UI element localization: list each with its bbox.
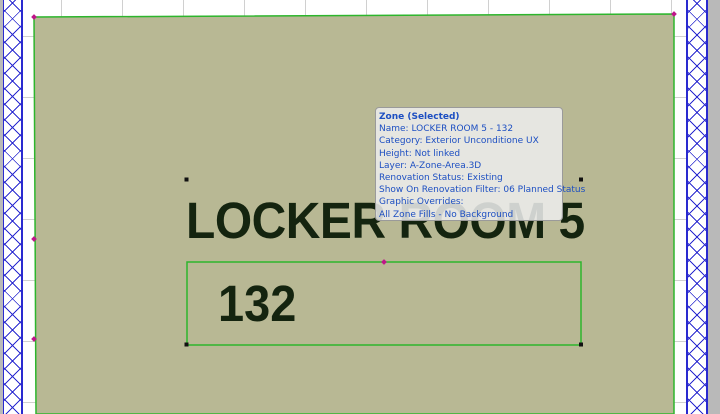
tooltip-line: Renovation Status: Existing: [379, 172, 503, 183]
tooltip-line: Graphic Overrides:: [379, 197, 464, 208]
tooltip-line: Category: Exterior Unconditione UX: [379, 136, 539, 147]
tooltip-title: Zone (Selected): [379, 112, 460, 122]
hotspot-node[interactable]: [184, 177, 189, 182]
tooltip-line: Name: LOCKER ROOM 5 - 132: [379, 124, 514, 135]
tooltip-line: Show On Renovation Filter: 06 Planned St…: [379, 185, 586, 196]
tooltip-line: Height: Not linked: [379, 148, 461, 159]
tooltip-line: Layer: A-Zone-Area.3D: [379, 160, 482, 171]
element-info-tooltip: Zone (Selected) Name: LOCKER ROOM 5 - 13…: [375, 107, 586, 221]
hotspot-node[interactable]: [579, 342, 583, 347]
zone-number-label: 132: [218, 275, 297, 332]
drawing-canvas[interactable]: LOCKER ROOM 5 132 Zone (Selected) Name: …: [0, 0, 720, 414]
hotspot-node[interactable]: [579, 177, 583, 182]
hotspot-node[interactable]: [184, 342, 189, 347]
tooltip-line: All Zone Fills - No Background: [379, 209, 514, 220]
